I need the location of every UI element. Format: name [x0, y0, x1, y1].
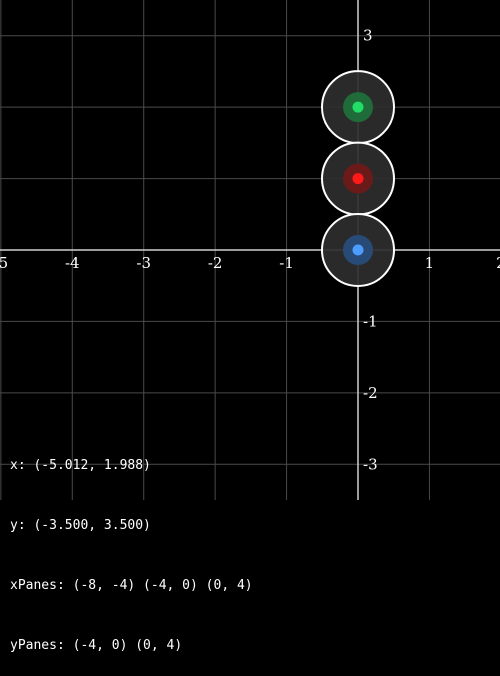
- x-tick-label: -4: [65, 254, 80, 272]
- handle-blue[interactable]: [321, 213, 395, 287]
- x-panes-readout: xPanes: (-8, -4) (-4, 0) (0, 4): [10, 578, 253, 593]
- x-tick-label: 2: [496, 254, 500, 272]
- x-tick-label: 1: [425, 254, 435, 272]
- handle-dot[interactable]: [352, 244, 364, 256]
- point-handles[interactable]: [321, 70, 395, 287]
- x-tick-label: -1: [279, 254, 294, 272]
- y-tick-label: -2: [363, 384, 378, 402]
- handle-dot[interactable]: [352, 101, 364, 113]
- y-tick-label: -1: [363, 312, 378, 330]
- y-tick-label: 3: [363, 27, 373, 45]
- info-panel: x: (-5.012, 1.988) y: (-3.500, 3.500) xP…: [10, 416, 253, 676]
- handle-red[interactable]: [321, 141, 395, 216]
- x-tick-label: -2: [208, 254, 223, 272]
- x-range-readout: x: (-5.012, 1.988): [10, 458, 151, 473]
- y-tick-label: -3: [363, 455, 378, 473]
- y-range-readout: y: (-3.500, 3.500): [10, 518, 151, 533]
- y-panes-readout: yPanes: (-4, 0) (0, 4): [10, 638, 183, 653]
- handle-green[interactable]: [321, 70, 395, 145]
- x-tick-label: -5: [0, 254, 8, 272]
- x-tick-label: -3: [136, 254, 151, 272]
- handle-dot[interactable]: [352, 173, 364, 185]
